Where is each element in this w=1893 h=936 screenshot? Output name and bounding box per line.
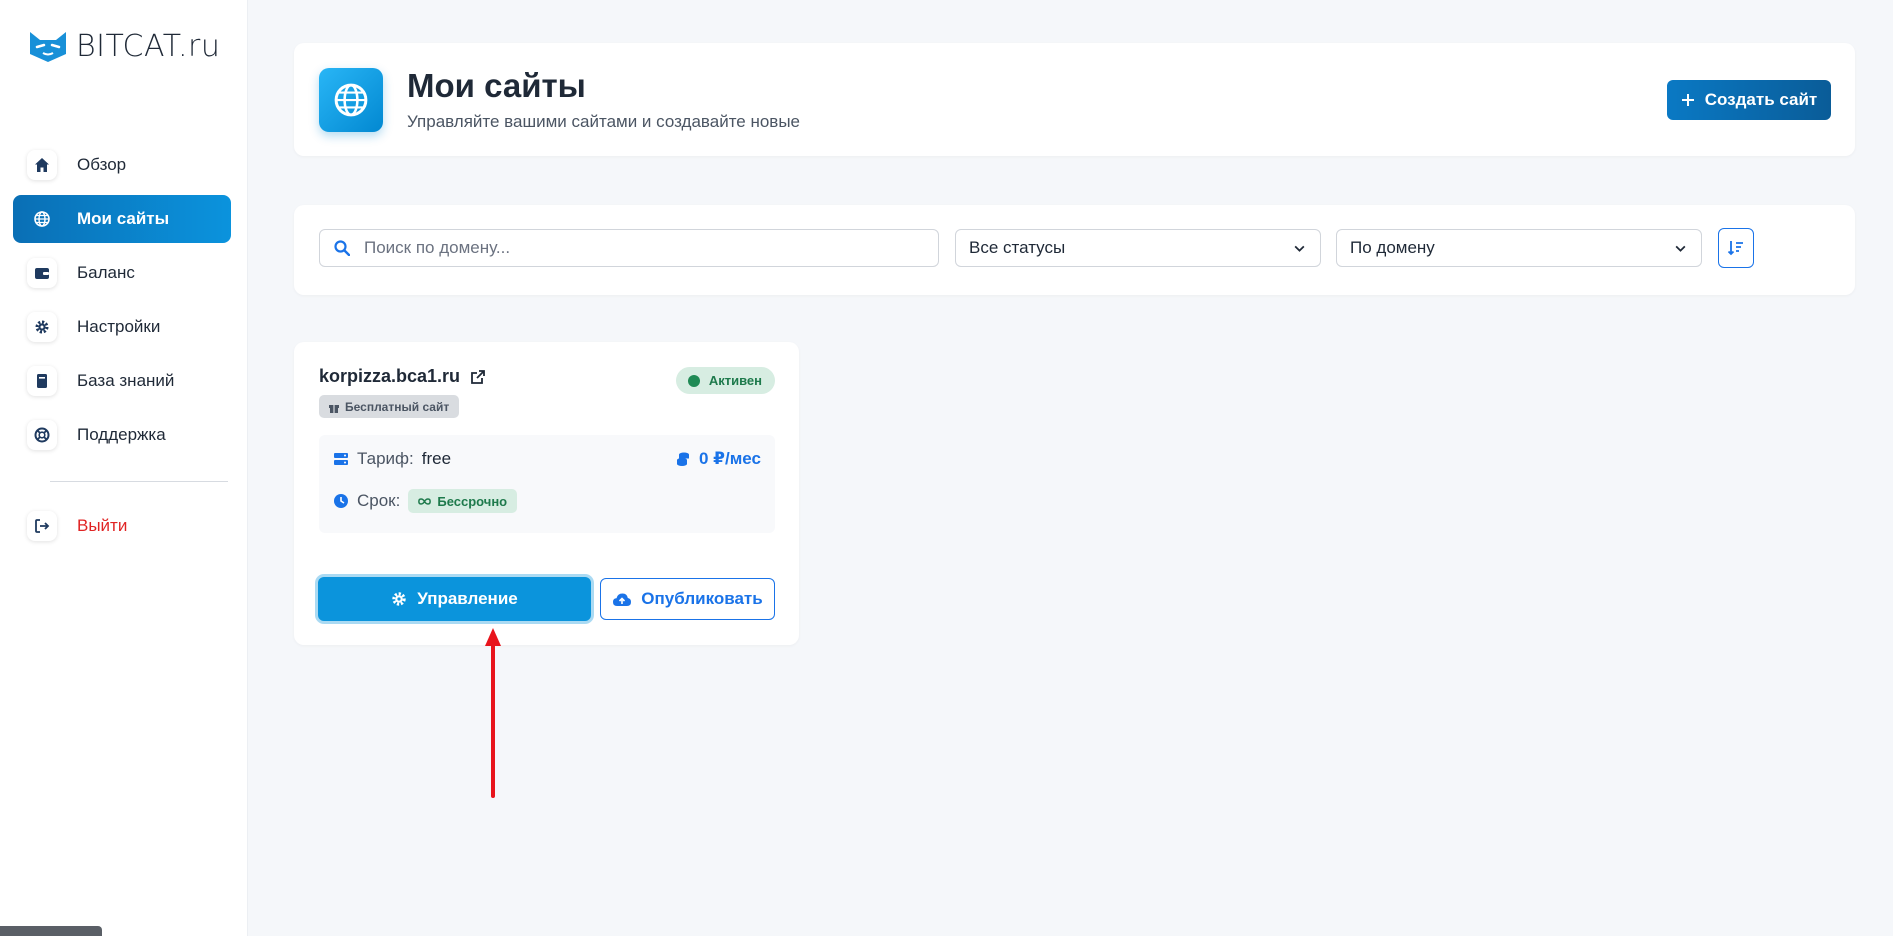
infinity-icon [418,497,432,505]
tariff-value: free [421,449,452,468]
page-title: Мои сайты [407,67,586,104]
site-card: korpizza.bca1.ru Бесплатный сайт Активен… [294,342,799,645]
term-row: Срок: Бессрочно [333,489,518,513]
filter-bar: Все статусы По домену [294,205,1855,295]
sidebar-item-my-sites[interactable]: Мои сайты [13,195,231,243]
logout-button[interactable]: Выйти [13,502,231,550]
search-box[interactable] [319,229,939,267]
sort-select[interactable]: По домену [1336,229,1702,267]
sort-value: По домену [1350,238,1435,257]
logo-text: BITCAT.ru [76,28,221,64]
free-site-badge-text: Бесплатный сайт [345,399,450,414]
coins-icon [677,452,689,466]
site-domain[interactable]: korpizza.bca1.ru [319,366,486,387]
cloud-upload-icon [613,593,632,606]
external-link-icon[interactable] [470,369,486,385]
server-icon [334,453,348,465]
plus-icon [1681,94,1694,106]
sidebar-item-knowledge-base[interactable]: База знаний [13,357,231,405]
book-icon [27,366,57,396]
price: 0 ₽/мес [675,449,761,469]
sidebar-item-label: База знаний [77,371,175,390]
search-icon [334,240,350,256]
sidebar-item-label: Настройки [77,317,161,336]
free-site-badge: Бесплатный сайт [319,395,460,418]
gear-icon [27,312,57,342]
annotation-arrow [485,628,501,798]
site-info-box: Тариф: free 0 ₽/мес Срок: Бессрочно [319,435,775,533]
tariff-row: Тариф: free [333,449,451,469]
sidebar-nav: Обзор Мои сайты Баланс Настройки База зн… [13,141,231,556]
globe-icon [27,204,57,234]
sidebar-item-label: Поддержка [77,425,166,444]
sidebar-item-settings[interactable]: Настройки [13,303,231,351]
sidebar-divider [50,481,228,482]
sidebar-item-label: Обзор [77,155,127,174]
lifebuoy-icon [27,420,57,450]
status-badge: Активен [675,367,775,394]
page-subtitle: Управляйте вашими сайтами и создавайте н… [407,112,801,131]
create-site-label: Создать сайт [1704,90,1818,109]
sidebar: BITCAT.ru Обзор Мои сайты Баланс Настрой… [0,0,248,936]
sort-icon [1727,241,1743,256]
create-site-button[interactable]: Создать сайт [1667,80,1831,120]
sidebar-item-balance[interactable]: Баланс [13,249,231,297]
sort-direction-button[interactable] [1718,228,1754,268]
gear-icon [392,592,406,606]
clock-icon [334,494,348,508]
manage-button-label: Управление [417,589,518,608]
status-filter-value: Все статусы [969,238,1066,257]
logout-icon [27,511,57,541]
sidebar-item-label: Мои сайты [77,209,170,228]
sidebar-item-overview[interactable]: Обзор [13,141,231,189]
home-icon [27,150,57,180]
sidebar-item-support[interactable]: Поддержка [13,411,231,459]
browser-status-bar [0,926,102,936]
manage-button[interactable]: Управление [318,577,591,621]
publish-button[interactable]: Опубликовать [600,578,775,620]
sidebar-item-label: Баланс [77,263,135,282]
logout-label: Выйти [77,516,128,535]
logo[interactable]: BITCAT.ru [28,28,220,64]
term-badge-text: Бессрочно [437,493,508,509]
term-label: Срок: [357,491,401,510]
chevron-down-icon [1675,245,1686,252]
gift-icon [329,403,339,413]
term-badge: Бессрочно [408,489,518,513]
price-text: 0 ₽/мес [699,449,761,468]
cat-logo-icon [30,32,66,62]
search-input[interactable] [364,238,924,258]
page-header: Мои сайты Управляйте вашими сайтами и со… [294,43,1855,156]
status-dot-icon [687,374,700,387]
globe-icon [319,68,383,132]
site-domain-text: korpizza.bca1.ru [319,366,461,386]
tariff-label: Тариф: [357,449,414,468]
publish-button-label: Опубликовать [641,589,763,608]
status-filter-select[interactable]: Все статусы [955,229,1321,267]
chevron-down-icon [1294,245,1305,252]
wallet-icon [27,258,57,288]
status-badge-text: Активен [708,373,762,388]
